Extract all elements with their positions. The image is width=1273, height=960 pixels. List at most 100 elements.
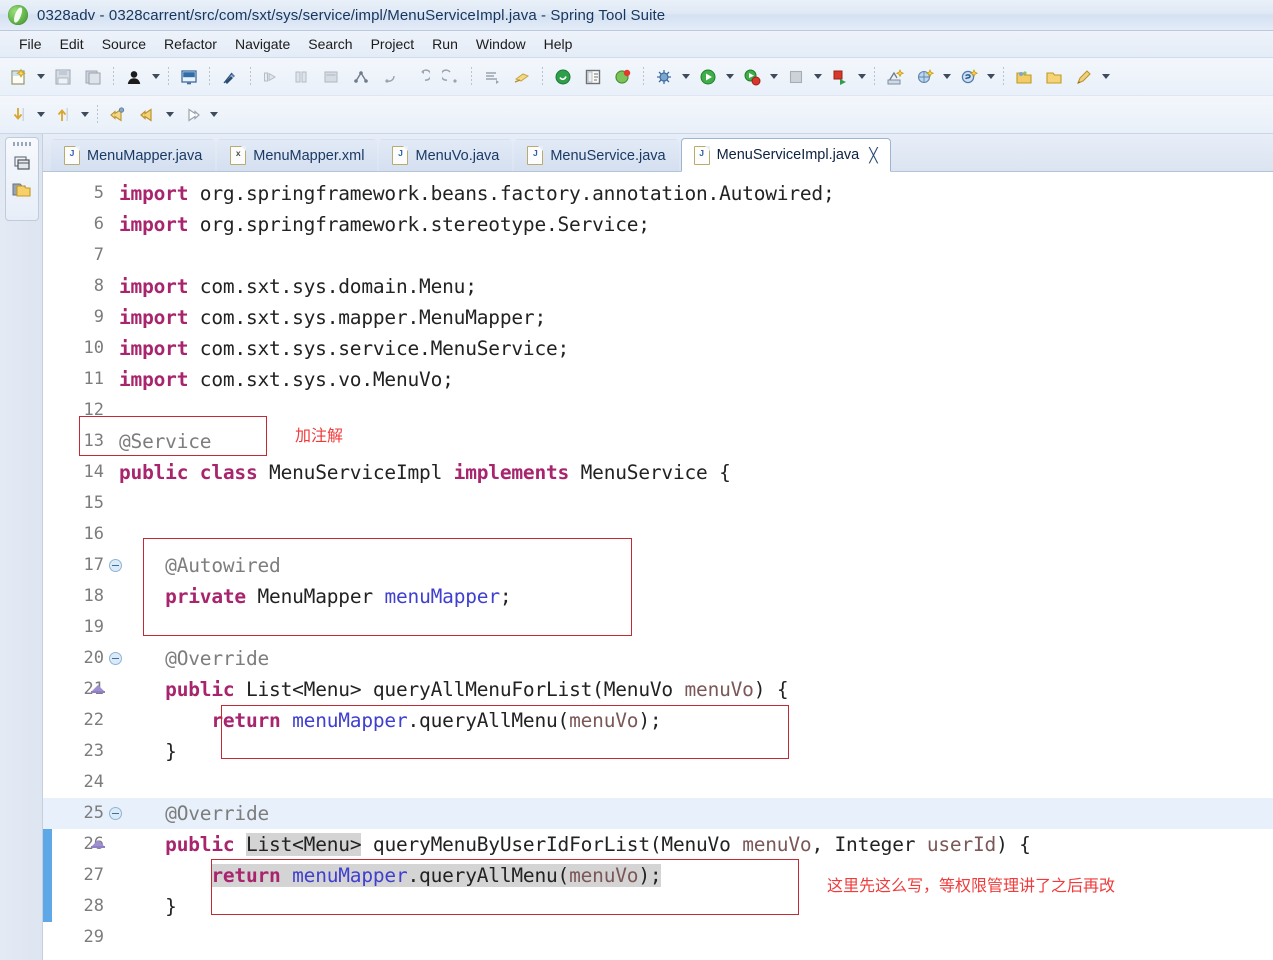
code-token: public	[165, 833, 246, 856]
package-explorer-icon[interactable]	[11, 151, 33, 173]
chevron-down-icon[interactable]	[811, 64, 824, 90]
menu-item-project[interactable]: Project	[362, 34, 424, 54]
open-console-button[interactable]	[175, 63, 203, 91]
run-button[interactable]	[694, 63, 722, 91]
last-edit-location-button[interactable]	[377, 63, 405, 91]
editor-tab-label: MenuVo.java	[415, 147, 500, 164]
code-token: .queryAllMenu(	[407, 864, 570, 887]
step-return-button[interactable]	[317, 63, 345, 91]
line-number: 15	[83, 493, 104, 513]
editor-tab-menuvo-java[interactable]: J MenuVo.java	[379, 139, 513, 171]
close-icon[interactable]: ╳	[869, 148, 877, 162]
debug-button[interactable]	[650, 63, 678, 91]
java-file-icon: J	[64, 146, 80, 165]
forward-history-button[interactable]	[437, 63, 465, 91]
step-down-button[interactable]	[5, 101, 33, 129]
pin-editor-button[interactable]	[1070, 63, 1098, 91]
code-token: ) {	[996, 833, 1031, 856]
chevron-down-icon[interactable]	[78, 102, 91, 128]
editor-tab-menumapper-java[interactable]: J MenuMapper.java	[51, 139, 216, 171]
code-token: ;	[499, 585, 512, 608]
chevron-down-icon[interactable]	[767, 64, 780, 90]
menu-item-file[interactable]: File	[10, 34, 51, 54]
previous-edit-button[interactable]	[104, 101, 132, 129]
code-token: org.springframework.stereotype.Service;	[199, 213, 650, 236]
chevron-down-icon[interactable]	[34, 64, 47, 90]
menu-item-refactor[interactable]: Refactor	[155, 34, 226, 54]
chevron-down-icon[interactable]	[723, 64, 736, 90]
chevron-down-icon[interactable]	[34, 102, 47, 128]
editor-tab-menuserviceimpl-java[interactable]: J MenuServiceImpl.java ╳	[680, 138, 891, 172]
menu-item-edit[interactable]: Edit	[51, 34, 93, 54]
menu-item-help[interactable]: Help	[535, 34, 582, 54]
chevron-down-icon[interactable]	[149, 64, 162, 90]
coverage-button[interactable]	[826, 63, 854, 91]
new-java-project-button[interactable]	[881, 63, 909, 91]
code-token: @Override	[119, 647, 270, 670]
code-text: }	[119, 736, 1273, 767]
toggle-mark-occurrences-button[interactable]	[216, 63, 244, 91]
line-number: 25	[83, 803, 104, 823]
save-button[interactable]	[49, 63, 77, 91]
line-number: 7	[93, 245, 104, 265]
code-token: }	[119, 895, 177, 918]
menu-item-run[interactable]: Run	[423, 34, 467, 54]
code-line-row[interactable]	[43, 922, 1273, 953]
menu-item-navigate[interactable]: Navigate	[226, 34, 299, 54]
editor-tab-menuservice-java[interactable]: J MenuService.java	[514, 139, 679, 171]
open-type-button[interactable]	[1010, 63, 1038, 91]
next-annotation-button[interactable]	[347, 63, 375, 91]
code-text: import com.sxt.sys.vo.MenuVo;	[119, 364, 1273, 395]
project-explorer-icon[interactable]	[11, 178, 33, 200]
user-account-button[interactable]	[120, 63, 148, 91]
step-over-button[interactable]	[287, 63, 315, 91]
chevron-down-icon[interactable]	[163, 102, 176, 128]
chevron-down-icon[interactable]	[940, 64, 953, 90]
code-line-row[interactable]	[43, 612, 1273, 643]
refresh-live-button[interactable]	[609, 63, 637, 91]
editor-bottom-edge	[43, 952, 1273, 960]
editor-tab-menumapper-xml[interactable]: x MenuMapper.xml	[217, 139, 378, 171]
editor-area: J MenuMapper.java x MenuMapper.xml J MenuVo.j…	[43, 134, 1273, 960]
code-line-row[interactable]	[43, 767, 1273, 798]
minimized-view-rail	[0, 134, 43, 960]
chevron-down-icon[interactable]	[1099, 64, 1112, 90]
code-line-row[interactable]	[43, 519, 1273, 550]
spring-boot-button[interactable]	[549, 63, 577, 91]
forward-arrow-button[interactable]	[178, 101, 206, 129]
code-token: import	[119, 182, 200, 205]
search-button[interactable]	[508, 63, 536, 91]
save-all-button[interactable]	[79, 63, 107, 91]
run-external-tools-button[interactable]	[738, 63, 766, 91]
line-number: 11	[83, 369, 104, 389]
chevron-down-icon[interactable]	[679, 64, 692, 90]
code-line-row[interactable]	[43, 395, 1273, 426]
menu-item-window[interactable]: Window	[467, 34, 535, 54]
terminate-button[interactable]	[782, 63, 810, 91]
new-spring-bean-button[interactable]	[955, 63, 983, 91]
java-code-editor[interactable]: 5 import org.springframework.beans.factor…	[43, 172, 1273, 960]
step-into-button[interactable]	[257, 63, 285, 91]
menu-item-search[interactable]: Search	[299, 34, 361, 54]
open-task-button[interactable]	[478, 63, 506, 91]
code-token: , Integer	[811, 833, 927, 856]
java-file-icon: J	[392, 146, 409, 165]
chevron-down-icon[interactable]	[984, 64, 997, 90]
code-line-row[interactable]	[43, 240, 1273, 271]
new-wizard-button[interactable]	[5, 63, 33, 91]
back-arrow-button[interactable]	[134, 101, 162, 129]
open-resource-button[interactable]	[1040, 63, 1068, 91]
next-annotation-icon	[354, 70, 368, 83]
chevron-down-icon[interactable]	[855, 64, 868, 90]
fast-view-grip[interactable]	[13, 142, 31, 146]
new-package-button[interactable]	[911, 63, 939, 91]
boot-dashboard-button[interactable]	[579, 63, 607, 91]
step-up-button[interactable]	[49, 101, 77, 129]
refresh-live-icon	[615, 69, 631, 84]
code-line-row[interactable]	[43, 488, 1273, 519]
menu-item-source[interactable]: Source	[93, 34, 155, 54]
code-text: import com.sxt.sys.mapper.MenuMapper;	[119, 302, 1273, 333]
back-history-button[interactable]	[407, 63, 435, 91]
save-all-icon	[85, 70, 101, 84]
chevron-down-icon[interactable]	[207, 102, 220, 128]
